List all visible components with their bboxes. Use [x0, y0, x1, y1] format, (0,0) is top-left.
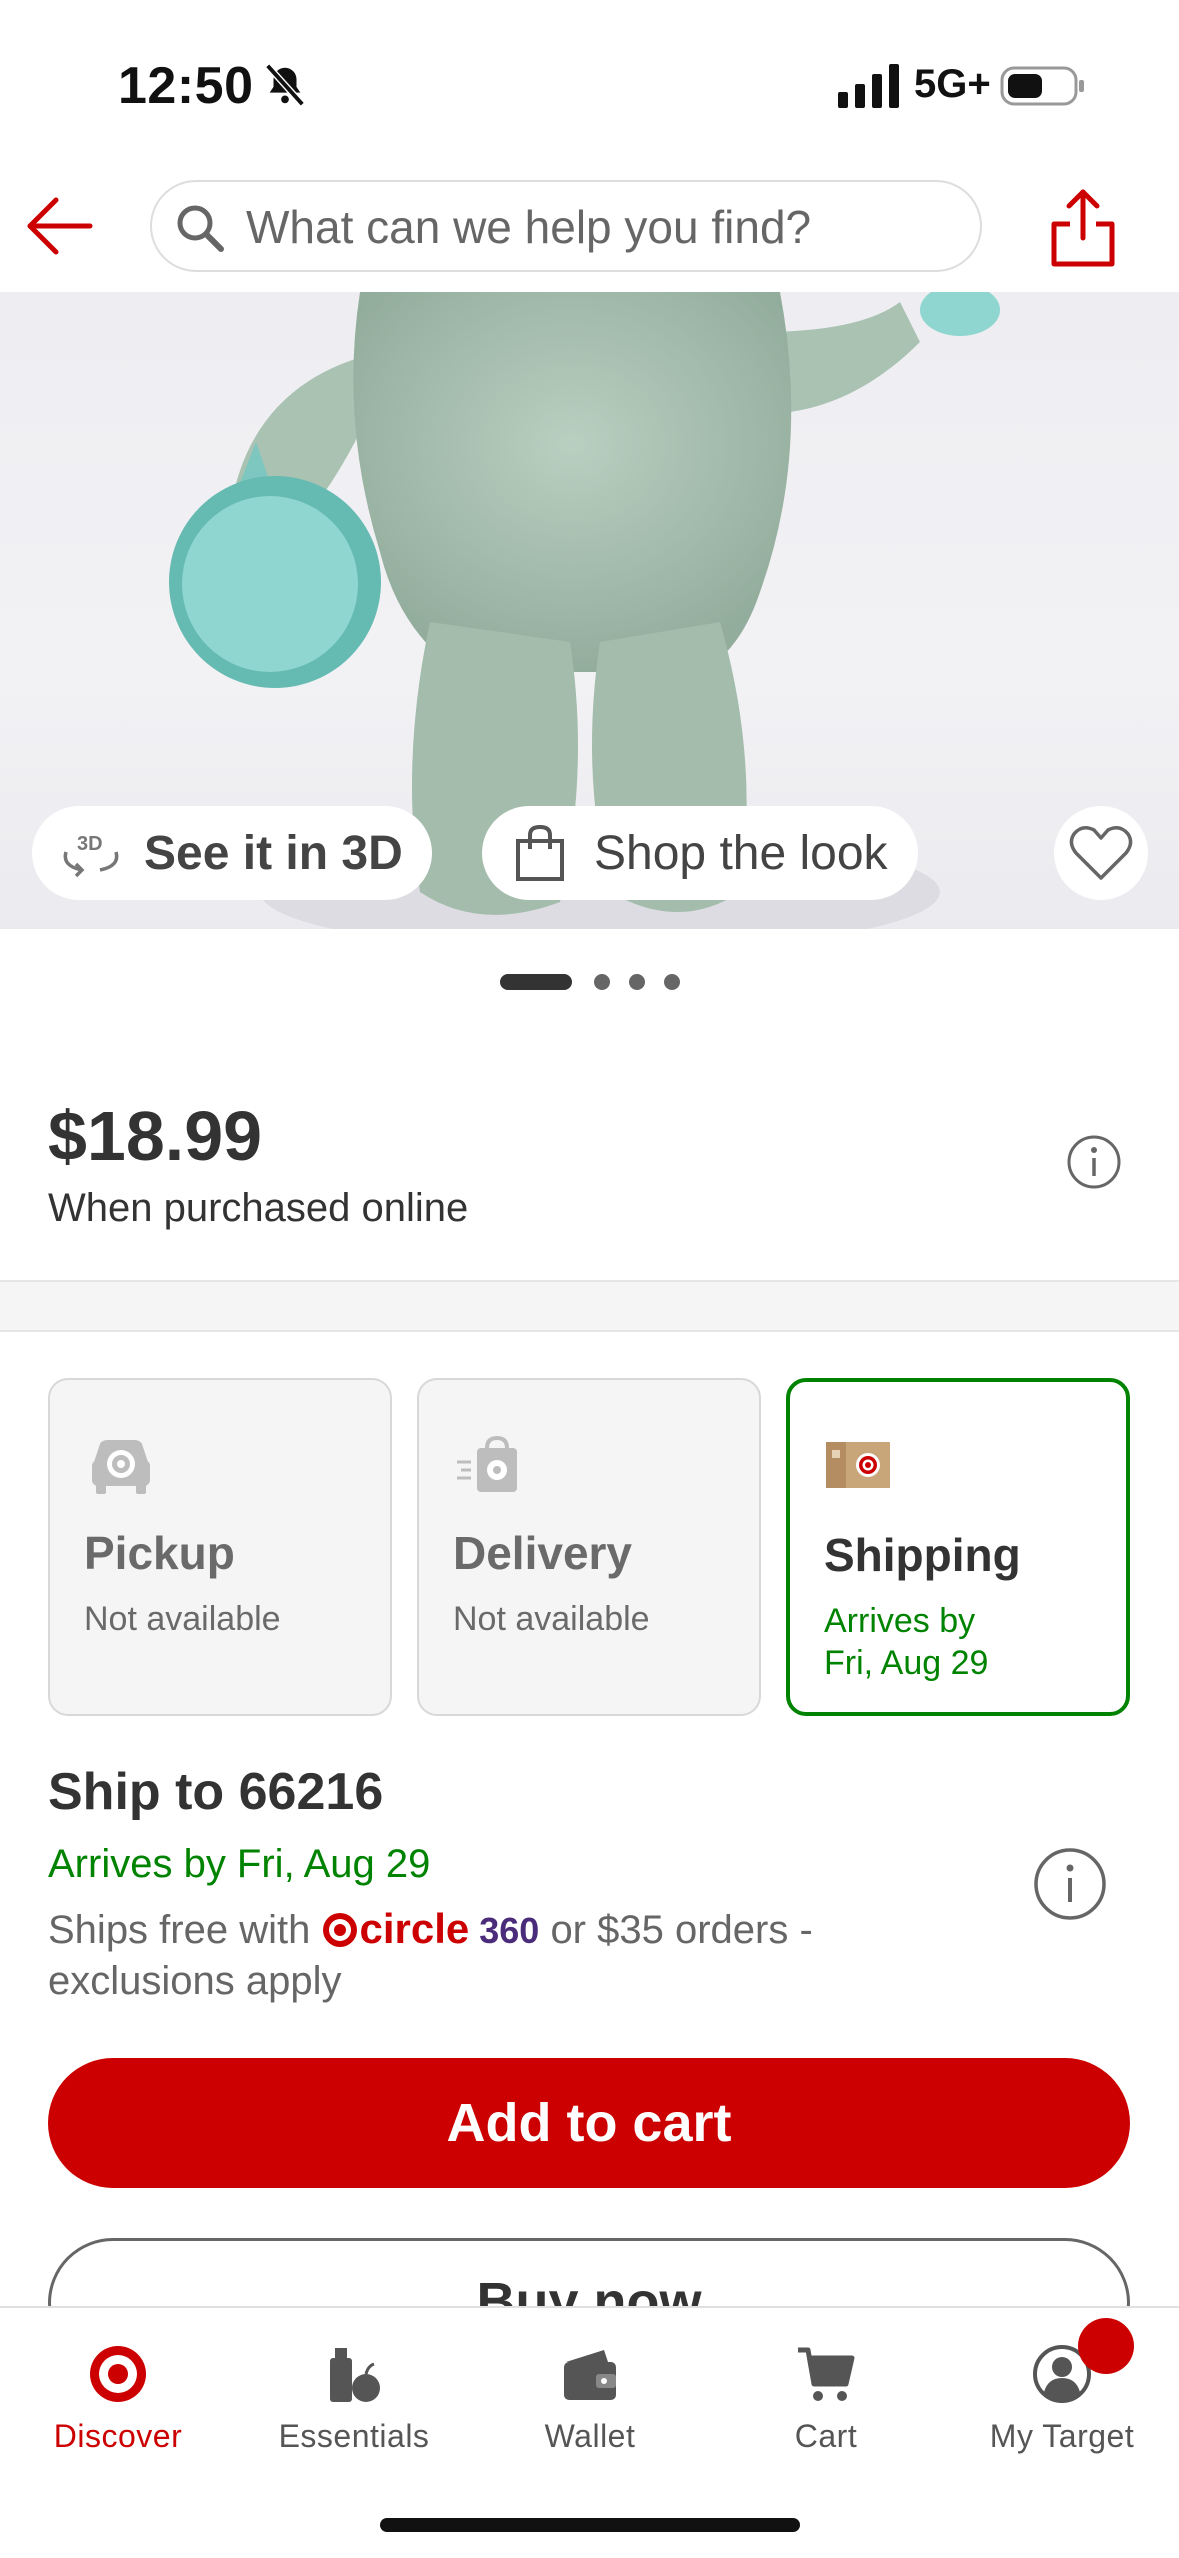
fulfillment-status: Arrives by Fri, Aug 29 — [824, 1600, 988, 1684]
svg-text:3D: 3D — [77, 833, 103, 855]
carousel-dot[interactable] — [664, 974, 680, 990]
search-bar[interactable] — [150, 180, 982, 272]
fulfillment-title: Pickup — [84, 1527, 235, 1579]
add-to-cart-button[interactable]: Add to cart — [48, 2058, 1130, 2188]
heart-icon — [1069, 826, 1133, 880]
fulfillment-status: Not available — [453, 1600, 650, 1638]
see-it-in-3d-label: See it in 3D — [144, 826, 403, 880]
search-icon — [177, 205, 224, 252]
target-circle-360-logo[interactable]: circle 360 — [321, 1904, 539, 1956]
fulfillment-title: Shipping — [824, 1529, 1021, 1581]
fulfillment-card-delivery[interactable]: Delivery Not available — [417, 1378, 761, 1716]
target-bullseye-icon — [323, 1913, 358, 1947]
tab-label: Wallet — [544, 2418, 636, 2454]
shop-the-look-button[interactable]: Shop the look — [482, 806, 918, 900]
shipping-info-icon[interactable] — [1032, 1846, 1108, 1922]
fulfillment-title: Delivery — [453, 1527, 633, 1579]
ships-free-prefix: Ships free with — [48, 1908, 311, 1952]
carousel-dot-active[interactable] — [500, 974, 572, 990]
shipping-box-icon — [826, 1442, 890, 1488]
arrives-by-label: Arrives by — [824, 1602, 976, 1640]
shop-the-look-label: Shop the look — [594, 826, 888, 880]
favorite-button[interactable] — [1054, 806, 1148, 900]
shipping-terms: Ships free with circle 360 or $35 orders … — [48, 1904, 948, 2006]
ships-free-suffix: or $35 orders - — [550, 1908, 813, 1952]
target-logo-icon — [90, 2346, 146, 2402]
essentials-icon — [330, 2348, 380, 2402]
tab-discover[interactable]: Discover — [0, 2308, 236, 2478]
price-note: When purchased online — [48, 1186, 469, 1230]
cart-icon — [798, 2347, 855, 2401]
fulfillment-card-pickup[interactable]: Pickup Not available — [48, 1378, 392, 1716]
exclusions-note: exclusions apply — [48, 1959, 342, 2003]
circle-360-text: 360 — [479, 1910, 540, 1951]
cellular-signal-icon — [838, 64, 899, 108]
delivery-icon — [457, 1435, 517, 1492]
network-type: 5G+ — [914, 62, 991, 106]
fulfillment-status: Not available — [84, 1600, 281, 1638]
arrives-date: Fri, Aug 29 — [824, 1644, 989, 1682]
tab-label: Cart — [794, 2418, 858, 2454]
home-indicator[interactable] — [380, 2518, 800, 2532]
carousel-dot[interactable] — [629, 974, 645, 990]
tab-my-target[interactable]: My Target — [944, 2308, 1179, 2478]
share-icon[interactable] — [1050, 186, 1116, 268]
tab-label: My Target — [989, 2418, 1135, 2454]
fulfillment-card-shipping[interactable]: Shipping Arrives by Fri, Aug 29 — [786, 1378, 1130, 1716]
battery-icon — [1000, 66, 1084, 106]
shopping-bag-icon — [516, 824, 564, 881]
tab-label: Essentials — [278, 2418, 430, 2454]
product-image-carousel[interactable]: 3D See it in 3D Shop the look — [0, 292, 1179, 929]
tab-label: Discover — [53, 2418, 183, 2454]
bell-muted-icon — [265, 63, 305, 107]
status-time: 12:50 — [118, 57, 254, 115]
carousel-indicator[interactable] — [500, 972, 690, 992]
notification-badge — [1078, 2318, 1134, 2374]
back-arrow-icon[interactable] — [24, 196, 94, 256]
search-input[interactable] — [244, 196, 948, 258]
circle-brand-text: circle — [359, 1905, 470, 1952]
arrival-date: Arrives by Fri, Aug 29 — [48, 1842, 431, 1886]
tab-essentials[interactable]: Essentials — [236, 2308, 472, 2478]
see-it-in-3d-button[interactable]: 3D See it in 3D — [32, 806, 432, 900]
carousel-dot[interactable] — [594, 974, 610, 990]
pickup-icon — [92, 1440, 150, 1494]
wallet-icon — [564, 2350, 616, 2400]
3d-view-icon: 3D — [63, 833, 119, 878]
tab-wallet[interactable]: Wallet — [472, 2308, 708, 2478]
section-separator — [0, 1282, 1179, 1332]
tab-cart[interactable]: Cart — [708, 2308, 944, 2478]
product-price: $18.99 — [48, 1097, 263, 1175]
ship-to-zip[interactable]: Ship to 66216 — [48, 1762, 383, 1822]
price-info-icon[interactable] — [1066, 1134, 1122, 1190]
